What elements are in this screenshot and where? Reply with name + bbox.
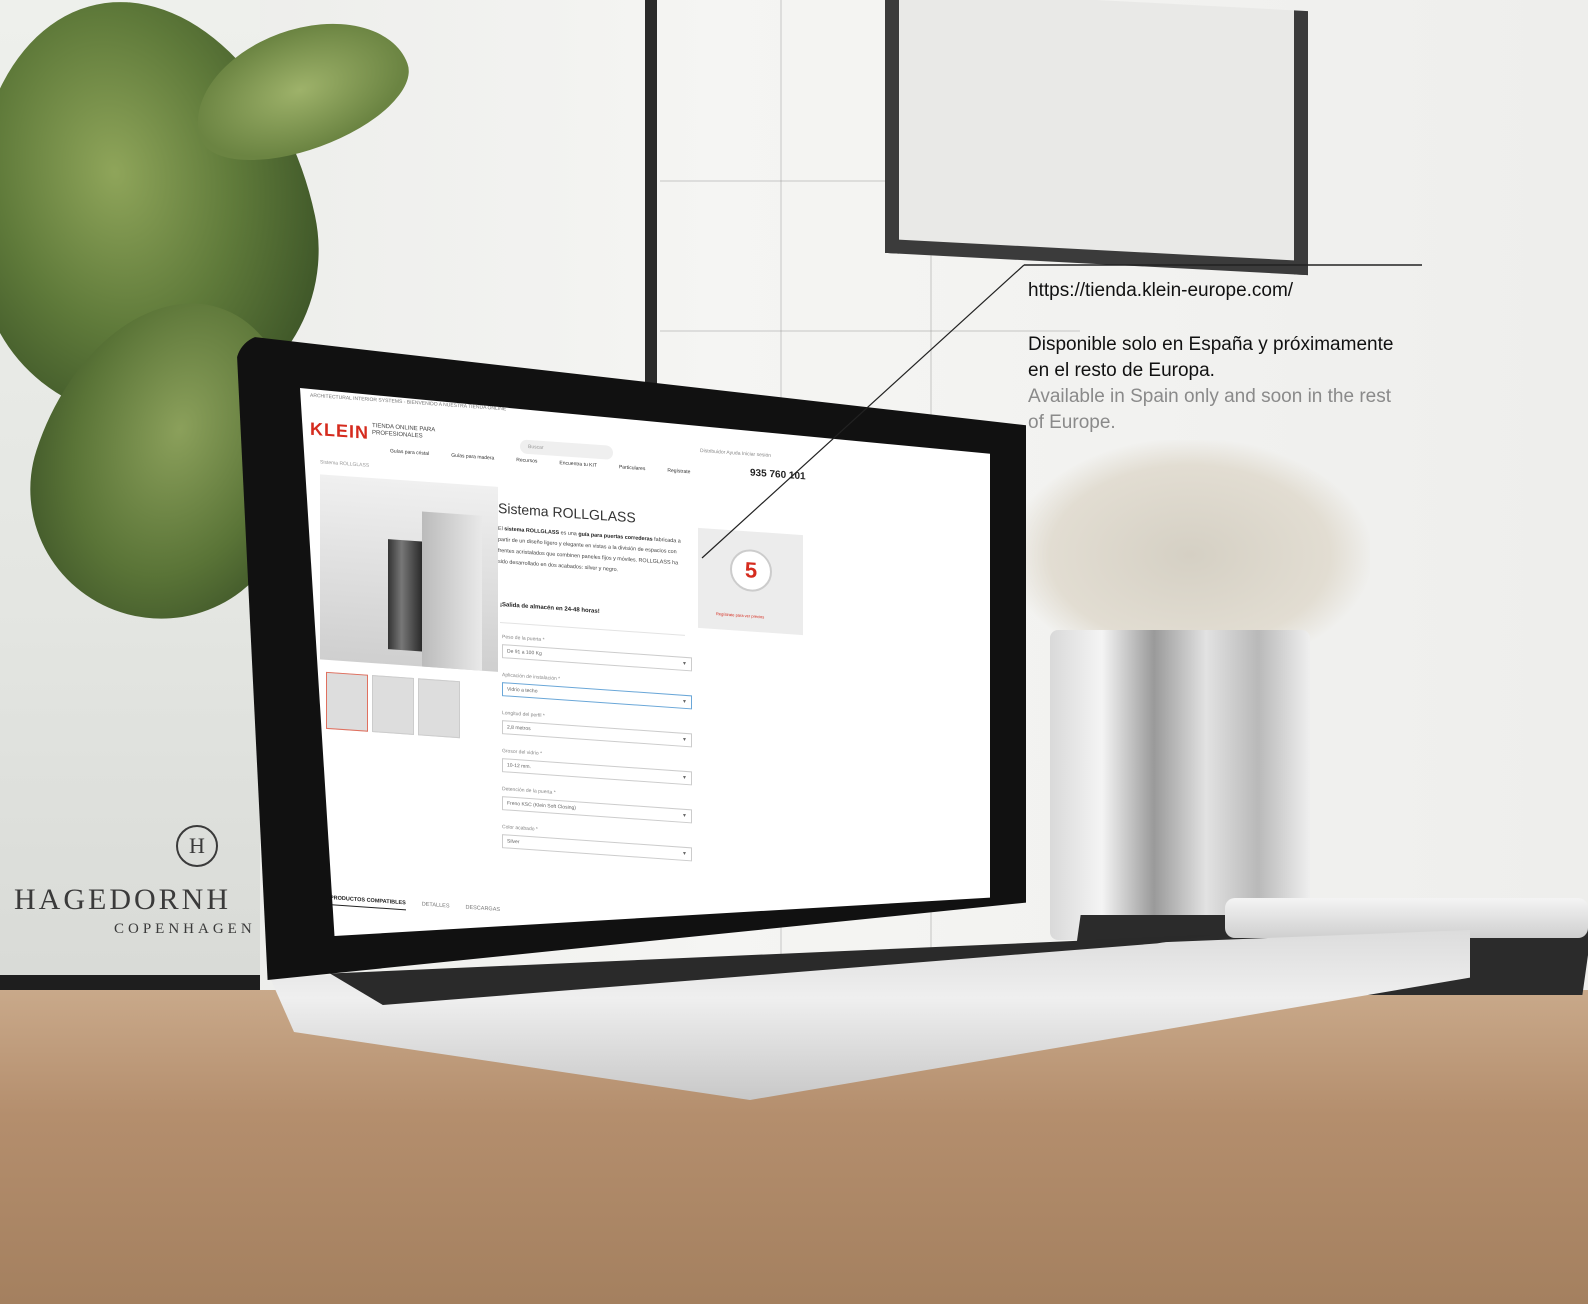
callout-connector	[701, 264, 1422, 559]
callout-pointer	[701, 264, 1025, 559]
callout-text: https://tienda.klein-europe.com/ Disponi…	[1028, 280, 1408, 436]
availability-english: Available in Spain only and soon in the …	[1028, 386, 1392, 433]
availability-spanish: Disponible solo en España y próximamente…	[1028, 334, 1394, 381]
store-url: https://tienda.klein-europe.com/	[1028, 280, 1294, 301]
photo-scene: H HAGEDORNH COPENHAGEN ARCHITECTURAL INT…	[0, 0, 1588, 1304]
